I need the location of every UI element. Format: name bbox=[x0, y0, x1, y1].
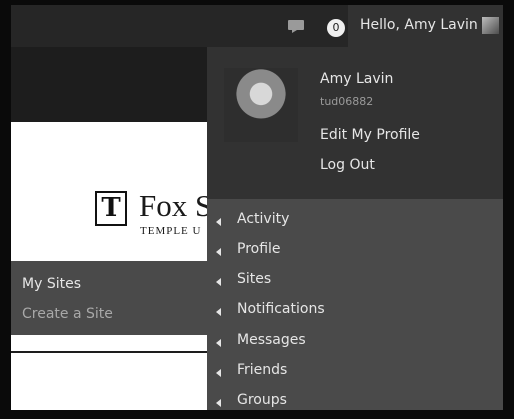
admin-bar: 0 Hello, Amy Lavin bbox=[11, 5, 503, 47]
menu-item-sites[interactable]: Sites bbox=[207, 266, 503, 294]
menu-item-messages[interactable]: Messages bbox=[207, 327, 503, 355]
site-logo-title: Fox S bbox=[139, 188, 213, 223]
avatar-thumbnail bbox=[482, 17, 499, 34]
profile-photo[interactable] bbox=[224, 68, 298, 142]
greeting-text: Hello, Amy Lavin bbox=[360, 17, 478, 33]
account-name[interactable]: Amy Lavin bbox=[320, 71, 393, 87]
arrow-left-icon bbox=[216, 278, 221, 286]
logout-link[interactable]: Log Out bbox=[320, 157, 375, 173]
menu-item-label: Friends bbox=[237, 362, 288, 378]
my-account-menu[interactable]: Hello, Amy Lavin bbox=[348, 5, 503, 47]
comment-icon[interactable] bbox=[288, 20, 304, 33]
arrow-left-icon bbox=[216, 218, 221, 226]
account-username[interactable]: tud06882 bbox=[320, 95, 373, 108]
menu-item-label: Profile bbox=[237, 241, 281, 257]
account-dropdown: Amy Lavin tud06882 Edit My Profile Log O… bbox=[207, 47, 503, 199]
profile-submenu: Activity Profile Sites Notifications Mes… bbox=[207, 199, 503, 410]
my-sites-submenu: My Sites Create a Site bbox=[11, 261, 207, 335]
edit-profile-link[interactable]: Edit My Profile bbox=[320, 127, 420, 143]
menu-item-label: Activity bbox=[237, 211, 290, 227]
arrow-left-icon bbox=[216, 248, 221, 256]
notification-count-badge[interactable]: 0 bbox=[327, 19, 345, 37]
menu-item-friends[interactable]: Friends bbox=[207, 357, 503, 385]
my-sites-link[interactable]: My Sites bbox=[22, 276, 81, 292]
menu-item-label: Messages bbox=[237, 332, 306, 348]
menu-item-activity[interactable]: Activity bbox=[207, 206, 503, 234]
arrow-left-icon bbox=[216, 399, 221, 407]
menu-item-notifications[interactable]: Notifications bbox=[207, 296, 503, 324]
arrow-left-icon bbox=[216, 339, 221, 347]
create-site-link[interactable]: Create a Site bbox=[22, 306, 113, 322]
arrow-left-icon bbox=[216, 369, 221, 377]
divider bbox=[11, 351, 207, 353]
screenshot-frame: 0 Hello, Amy Lavin T Fox S TEMPLE U My S… bbox=[11, 5, 503, 410]
menu-item-profile[interactable]: Profile bbox=[207, 236, 503, 264]
site-logo-subtitle: TEMPLE U bbox=[140, 225, 202, 237]
menu-item-label: Notifications bbox=[237, 301, 325, 317]
arrow-left-icon bbox=[216, 308, 221, 316]
menu-item-groups[interactable]: Groups bbox=[207, 387, 503, 410]
menu-item-label: Groups bbox=[237, 392, 287, 408]
menu-item-label: Sites bbox=[237, 271, 272, 287]
temple-t-logo-icon: T bbox=[95, 191, 127, 226]
